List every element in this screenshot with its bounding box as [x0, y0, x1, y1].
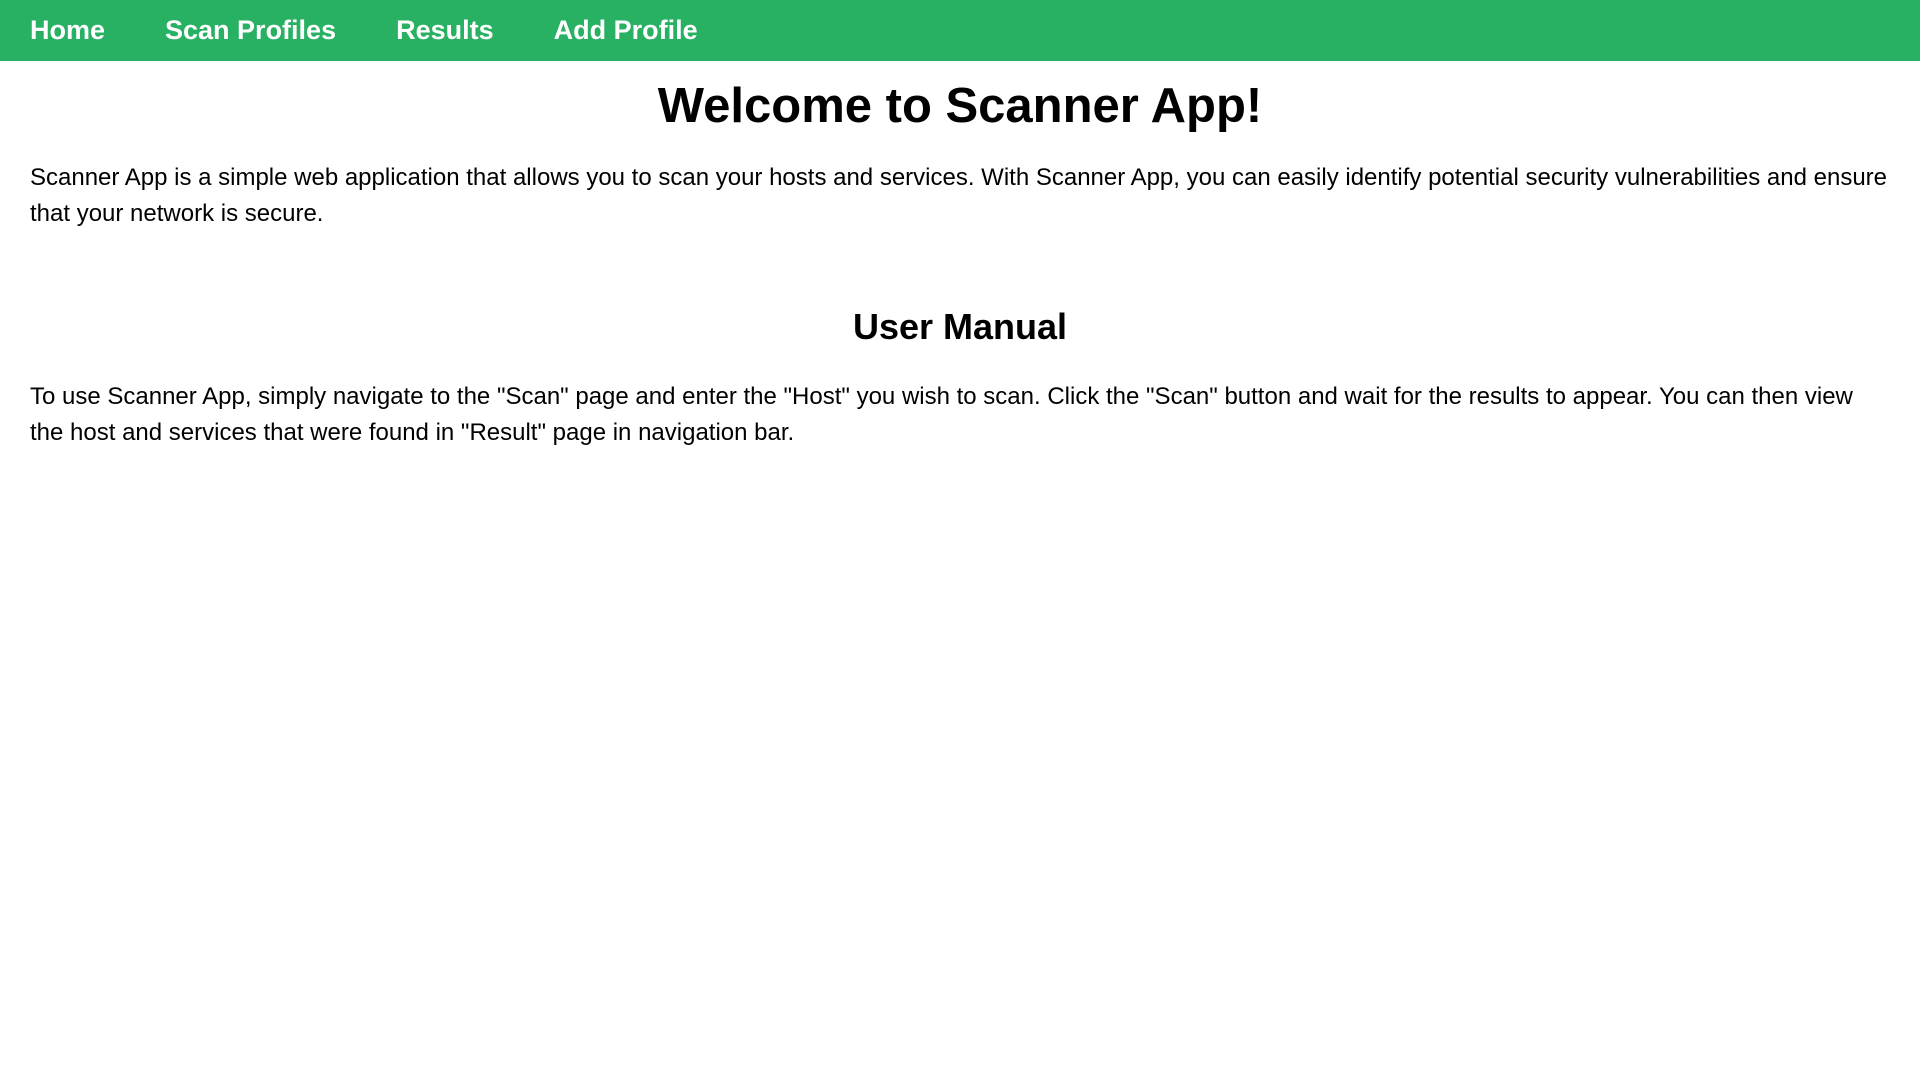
nav-link-results[interactable]: Results — [396, 15, 494, 46]
nav-link-scan-profiles[interactable]: Scan Profiles — [165, 15, 336, 46]
intro-paragraph: Scanner App is a simple web application … — [30, 164, 1888, 227]
top-navigation-bar: Home Scan Profiles Results Add Profile — [0, 0, 1920, 61]
page-title: Welcome to Scanner App! — [657, 79, 1263, 133]
nav-link-home[interactable]: Home — [30, 15, 105, 46]
nav-link-add-profile[interactable]: Add Profile — [554, 15, 698, 46]
user-manual-heading: User Manual — [852, 306, 1068, 347]
user-manual-paragraph: To use Scanner App, simply navigate to t… — [30, 383, 1853, 446]
